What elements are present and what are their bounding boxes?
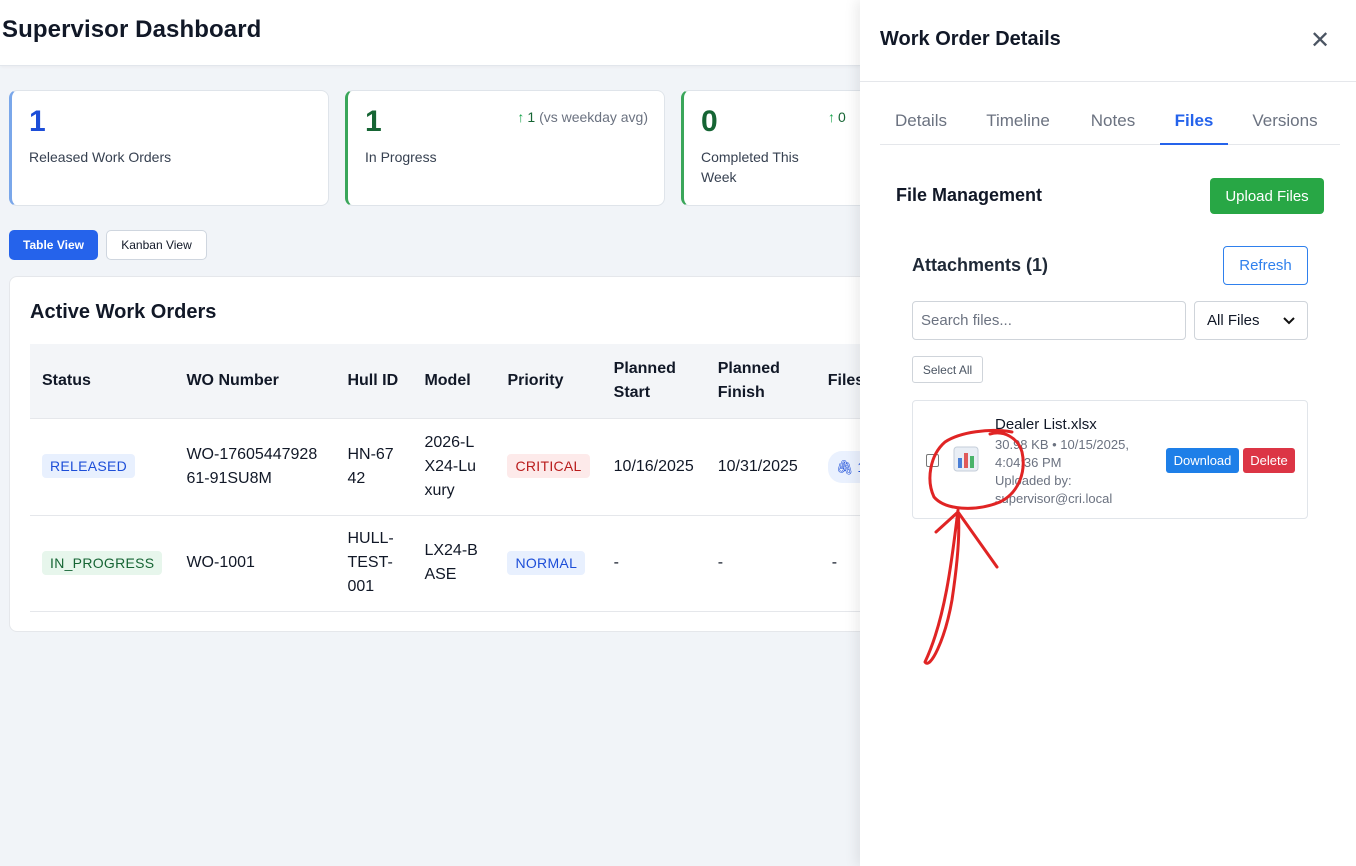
tab-versions[interactable]: Versions: [1236, 103, 1334, 145]
stat-label: Completed This Week: [701, 149, 799, 185]
tab-details[interactable]: Details: [880, 103, 962, 145]
stat-value: 1: [29, 105, 46, 138]
tab-files[interactable]: Files: [1160, 103, 1228, 145]
planned-finish-cell: -: [705, 515, 816, 612]
file-checkbox[interactable]: [926, 454, 939, 467]
status-badge: IN_PROGRESS: [42, 550, 163, 575]
trend-value: 0: [838, 109, 846, 125]
priority-badge: NORMAL: [507, 550, 586, 575]
top-bar: Supervisor Dashboard: [0, 0, 860, 66]
chevron-down-icon: [1283, 314, 1295, 328]
stat-trend: ↑ 0: [828, 109, 846, 125]
table-header-row: Status WO Number Hull ID Model Priority …: [30, 344, 890, 419]
column-header[interactable]: WO Number: [174, 344, 336, 419]
attachments-title: Attachments (1): [912, 255, 1049, 275]
column-header[interactable]: Planned Finish: [705, 344, 816, 419]
drawer-header: Work Order Details ✕: [860, 0, 1356, 82]
table-row[interactable]: RELEASED WO-1760544792861-91SU8M HN-6742…: [30, 418, 890, 516]
column-header[interactable]: Model: [412, 344, 496, 419]
column-header[interactable]: Priority: [495, 344, 602, 419]
stat-label: Released Work Orders: [29, 149, 172, 165]
work-orders-table: Status WO Number Hull ID Model Priority …: [30, 344, 890, 612]
stat-card-completed: 0 Completed This Week ↑ 0: [681, 90, 881, 206]
work-order-details-drawer: Work Order Details ✕ Details Timeline No…: [860, 0, 1356, 866]
wo-number-cell: WO-1760544792861-91SU8M: [174, 418, 336, 516]
hull-id-cell: HN-6742: [335, 418, 413, 516]
active-work-orders-panel: Active Work Orders Status WO Number Hull…: [9, 276, 890, 632]
wo-number[interactable]: WO-1760544792861-91SU8M: [186, 446, 317, 487]
file-size: 30.98 KB: [995, 437, 1049, 452]
file-management-title: File Management: [896, 185, 1043, 205]
page-title: Supervisor Dashboard: [2, 16, 262, 43]
tab-notes[interactable]: Notes: [1076, 103, 1150, 145]
planned-finish-cell: 10/31/2025: [705, 418, 816, 516]
paperclip-icon: 🖇: [835, 458, 854, 475]
file-uploaded-by: Uploaded by: supervisor@cri.local: [995, 473, 1113, 506]
delete-button[interactable]: Delete: [1243, 448, 1295, 473]
planned-start-cell: 10/16/2025: [601, 418, 706, 516]
wo-number[interactable]: WO-1001: [186, 554, 254, 571]
column-header[interactable]: Hull ID: [335, 344, 413, 419]
kanban-view-button[interactable]: Kanban View: [106, 230, 207, 260]
section-title: Active Work Orders: [30, 301, 217, 323]
file-filter-select[interactable]: All Files: [1194, 301, 1308, 340]
status-badge: RELEASED: [42, 454, 136, 478]
status-cell: IN_PROGRESS: [30, 515, 175, 612]
tab-timeline[interactable]: Timeline: [973, 103, 1063, 145]
filter-selected-value: All Files: [1207, 312, 1260, 329]
stat-label: In Progress: [365, 149, 437, 165]
table-row[interactable]: IN_PROGRESS WO-1001 HULL-TEST-001 LX24-B…: [30, 515, 890, 612]
file-item: Dealer List.xlsx 30.98 KB • 10/15/2025, …: [912, 400, 1308, 519]
column-header[interactable]: Planned Start: [601, 344, 706, 419]
stat-card-in-progress: 1 In Progress ↑ 1 (vs weekday avg): [345, 90, 665, 206]
refresh-button[interactable]: Refresh: [1223, 246, 1308, 285]
stat-value: 0: [701, 105, 718, 138]
model-cell: LX24-BASE: [412, 515, 496, 612]
hull-id-cell: HULL-TEST-001: [335, 515, 413, 612]
wo-number-cell: WO-1001: [174, 515, 336, 612]
download-button[interactable]: Download: [1166, 448, 1239, 473]
spreadsheet-icon: [953, 446, 979, 472]
close-icon[interactable]: ✕: [1308, 26, 1332, 54]
trend-suffix: (vs weekday avg): [539, 109, 648, 125]
arrow-up-icon: ↑: [517, 109, 525, 125]
priority-badge: CRITICAL: [507, 454, 590, 478]
model-cell: 2026-LX24-Luxury: [412, 418, 496, 516]
status-cell: RELEASED: [30, 418, 175, 516]
arrow-up-icon: ↑: [828, 109, 835, 125]
drawer-tabs: Details Timeline Notes Files Versions: [880, 103, 1340, 145]
table-view-button[interactable]: Table View: [9, 230, 98, 260]
planned-start-cell: -: [601, 515, 706, 612]
drawer-title: Work Order Details: [880, 28, 1061, 50]
stat-value: 1: [365, 105, 382, 138]
select-all-button[interactable]: Select All: [912, 356, 983, 383]
search-files-input[interactable]: [912, 301, 1186, 340]
stat-card-released: 1 Released Work Orders: [9, 90, 329, 206]
trend-value: 1: [527, 109, 536, 125]
file-name[interactable]: Dealer List.xlsx: [995, 416, 1097, 433]
priority-cell: NORMAL: [495, 515, 602, 612]
stat-trend: ↑ 1 (vs weekday avg): [517, 109, 648, 125]
upload-files-button[interactable]: Upload Files: [1210, 178, 1324, 214]
column-header[interactable]: Status: [30, 344, 175, 419]
file-meta: 30.98 KB • 10/15/2025, 4:04:36 PM Upload…: [995, 437, 1129, 506]
priority-cell: CRITICAL: [495, 418, 602, 516]
